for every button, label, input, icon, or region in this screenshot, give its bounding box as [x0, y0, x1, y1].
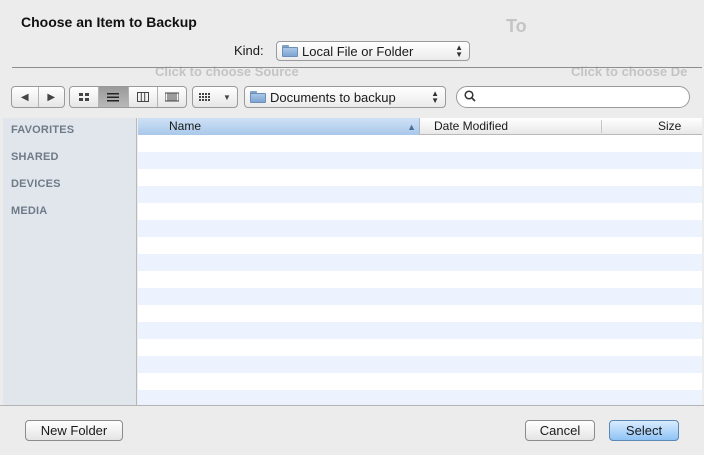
- dialog-footer: New Folder Cancel Select: [0, 405, 704, 455]
- list-item: [138, 305, 702, 322]
- location-popup[interactable]: Documents to backup ▲ ▼: [244, 86, 446, 108]
- sidebar-section-favorites[interactable]: FAVORITES: [11, 124, 74, 136]
- folder-icon: [250, 91, 266, 103]
- list-header: Name ▲ Date Modified Size: [138, 118, 702, 135]
- list-item: [138, 169, 702, 186]
- forward-arrow-icon: ▶: [47, 91, 56, 103]
- list-view-icon: [107, 92, 120, 101]
- list-view-button[interactable]: [99, 87, 129, 107]
- list-item: [138, 220, 702, 237]
- list-item: [138, 288, 702, 305]
- column-header-name-label: Name: [169, 119, 202, 133]
- sort-ascending-icon: ▲: [407, 122, 416, 132]
- sidebar: FAVORITES SHARED DEVICES MEDIA: [3, 118, 137, 405]
- list-rows: [138, 135, 702, 405]
- nav-buttons: ◀ ▶: [11, 86, 65, 108]
- coverflow-view-button[interactable]: [158, 87, 186, 107]
- forward-button[interactable]: ▶: [39, 87, 65, 107]
- back-button[interactable]: ◀: [12, 87, 39, 107]
- view-mode-control: [69, 86, 187, 108]
- choose-item-dialog: To Click to choose Source Click to choos…: [0, 0, 704, 455]
- arrange-grid-icon: [199, 92, 211, 101]
- list-item: [138, 390, 702, 405]
- list-item: [138, 237, 702, 254]
- icon-view-icon: [78, 92, 89, 101]
- location-value: Documents to backup: [270, 89, 396, 105]
- list-item: [138, 373, 702, 390]
- chevron-down-icon: ▼: [223, 92, 231, 102]
- column-header-size-label: Size: [658, 119, 682, 133]
- list-item: [138, 271, 702, 288]
- bg-to-label: To: [506, 16, 527, 36]
- kind-value: Local File or Folder: [302, 43, 414, 59]
- sidebar-section-media[interactable]: MEDIA: [11, 205, 47, 217]
- list-item: [138, 356, 702, 373]
- dialog-title: Choose an Item to Backup: [21, 14, 197, 30]
- cancel-button[interactable]: Cancel: [525, 420, 595, 441]
- list-item: [138, 322, 702, 339]
- column-header-date-modified[interactable]: Date Modified: [421, 118, 601, 135]
- arrange-menu-button[interactable]: ▼: [192, 86, 238, 108]
- popup-arrows-icon: ▲ ▼: [431, 89, 439, 105]
- new-folder-button[interactable]: New Folder: [25, 420, 123, 441]
- sidebar-section-devices[interactable]: DEVICES: [11, 178, 61, 190]
- list-item: [138, 152, 702, 169]
- column-view-icon: [136, 92, 149, 102]
- file-list[interactable]: Name ▲ Date Modified Size: [138, 118, 702, 405]
- kind-popup[interactable]: Local File or Folder ▲ ▼: [276, 41, 470, 61]
- search-field[interactable]: [456, 86, 690, 108]
- icon-view-button[interactable]: [70, 87, 100, 107]
- sidebar-section-shared[interactable]: SHARED: [11, 151, 59, 163]
- back-arrow-icon: ◀: [20, 91, 29, 103]
- header-separator: [12, 67, 702, 68]
- kind-label: Kind:: [234, 43, 264, 58]
- column-header-size[interactable]: Size: [602, 118, 702, 135]
- folder-icon: [282, 45, 298, 57]
- list-item: [138, 186, 702, 203]
- list-item: [138, 135, 702, 152]
- column-view-button[interactable]: [129, 87, 158, 107]
- coverflow-view-icon: [164, 92, 179, 102]
- list-item: [138, 254, 702, 271]
- list-item: [138, 339, 702, 356]
- select-button[interactable]: Select: [609, 420, 679, 441]
- list-item: [138, 203, 702, 220]
- column-header-date-label: Date Modified: [434, 119, 509, 133]
- popup-arrows-icon: ▲ ▼: [455, 43, 463, 59]
- arrange-cell: ▼: [193, 87, 237, 107]
- search-icon: [464, 90, 476, 105]
- column-header-name[interactable]: Name ▲: [138, 118, 420, 135]
